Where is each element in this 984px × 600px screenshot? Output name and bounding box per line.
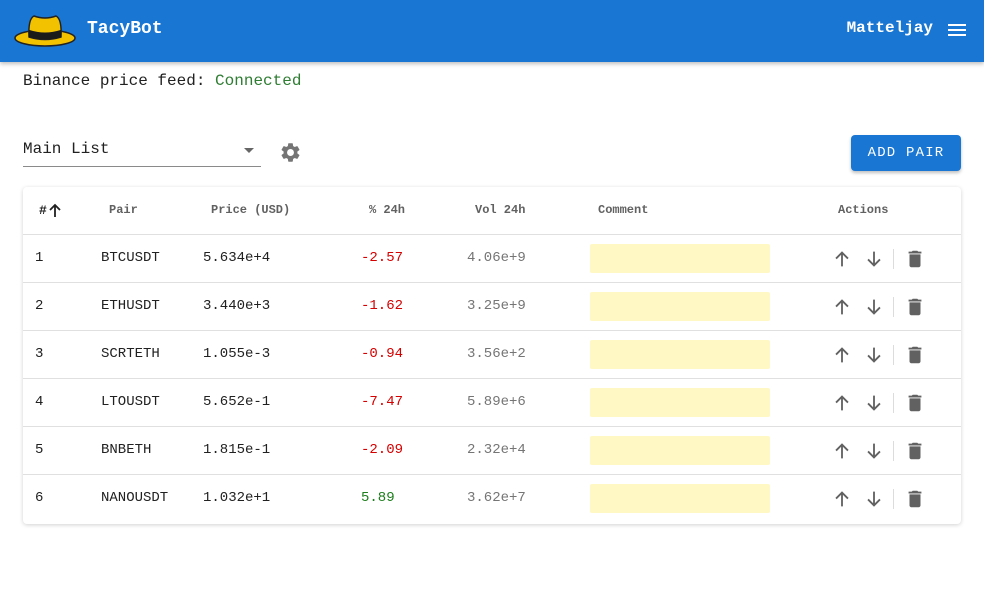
comment-input[interactable] [590,292,770,321]
column-header-actions: Actions [838,203,889,217]
table-row: 3 SCRTETH 1.055e-3 -0.94 3.56e+2 [23,331,961,379]
row-number: 2 [35,298,44,314]
table-row: 6 NANOUSDT 1.032e+1 5.89 3.62e+7 [23,475,961,523]
arrow-up-icon[interactable] [831,247,853,271]
pair-symbol: SCRTETH [101,346,160,362]
pair-volume-24h: 2.32e+4 [467,442,526,458]
pair-change-24h: -2.09 [361,442,404,458]
comment-input[interactable] [590,340,770,369]
row-number: 4 [35,394,44,410]
arrow-down-icon[interactable] [863,439,885,463]
table-row: 2 ETHUSDT 3.440e+3 -1.62 3.25e+9 [23,283,961,331]
arrow-down-icon[interactable] [863,343,885,367]
hamburger-menu-icon[interactable] [946,20,968,40]
trash-icon[interactable] [904,247,926,271]
divider [893,297,894,317]
row-number: 1 [35,250,44,266]
trash-icon[interactable] [904,439,926,463]
row-number: 6 [35,490,44,506]
arrow-down-icon[interactable] [863,247,885,271]
table-row: 1 BTCUSDT 5.634e+4 -2.57 4.06e+9 [23,235,961,283]
pair-symbol: ETHUSDT [101,298,160,314]
pair-volume-24h: 4.06e+9 [467,250,526,266]
pair-volume-24h: 3.62e+7 [467,490,526,506]
row-number: 3 [35,346,44,362]
app-title[interactable]: TacyBot [87,19,163,39]
pair-volume-24h: 3.56e+2 [467,346,526,362]
pair-symbol: NANOUSDT [101,490,169,506]
pair-change-24h: -0.94 [361,346,404,362]
arrow-down-icon[interactable] [863,295,885,319]
arrow-up-icon[interactable] [831,487,853,511]
trash-icon[interactable] [904,487,926,511]
arrow-up-icon[interactable] [48,203,62,218]
pair-price: 3.440e+3 [203,298,271,314]
connection-status-value: Connected [215,72,302,90]
pair-change-24h: 5.89 [361,490,395,506]
arrow-down-icon[interactable] [863,487,885,511]
pair-symbol: BTCUSDT [101,250,160,266]
price-feed-status: Binance price feed: Connected [23,72,301,90]
table-row: 5 BNBETH 1.815e-1 -2.09 2.32e+4 [23,427,961,475]
list-select-value: Main List [23,140,110,158]
pair-change-24h: -2.57 [361,250,404,266]
arrow-up-icon[interactable] [831,439,853,463]
gear-icon[interactable] [279,141,302,164]
table-header: # Pair Price (USD) % 24h Vol 24h Comment… [23,187,961,235]
chevron-down-icon [244,148,254,153]
column-header-volume[interactable]: Vol 24h [475,203,525,217]
comment-input[interactable] [590,244,770,273]
price-feed-label: Binance price feed: [23,72,216,90]
column-header-pair[interactable]: Pair [109,203,138,217]
pair-symbol: LTOUSDT [101,394,160,410]
table-row: 4 LTOUSDT 5.652e-1 -7.47 5.89e+6 [23,379,961,427]
pair-price: 1.815e-1 [203,442,271,458]
comment-input[interactable] [590,388,770,417]
pair-volume-24h: 3.25e+9 [467,298,526,314]
column-header-change[interactable]: % 24h [369,203,405,217]
pair-price: 5.652e-1 [203,394,271,410]
comment-input[interactable] [590,484,770,513]
pair-change-24h: -7.47 [361,394,404,410]
arrow-up-icon[interactable] [831,391,853,415]
app-bar: TacyBot Matteljay [0,0,984,62]
add-pair-button[interactable]: ADD PAIR [851,135,961,171]
list-select[interactable]: Main List [23,136,261,167]
divider [893,249,894,269]
row-number: 5 [35,442,44,458]
trash-icon[interactable] [904,343,926,367]
pair-volume-24h: 5.89e+6 [467,394,526,410]
trash-icon[interactable] [904,391,926,415]
divider [893,345,894,365]
pair-change-24h: -1.62 [361,298,404,314]
trash-icon[interactable] [904,295,926,319]
hat-logo-icon[interactable] [14,13,76,47]
pairs-table: # Pair Price (USD) % 24h Vol 24h Comment… [23,187,961,524]
column-header-price[interactable]: Price (USD) [211,203,290,217]
pair-price: 1.055e-3 [203,346,271,362]
divider [893,393,894,413]
column-header-comment: Comment [598,203,649,217]
comment-input[interactable] [590,436,770,465]
user-name[interactable]: Matteljay [847,19,933,37]
column-header-number[interactable]: # [39,203,47,218]
pair-symbol: BNBETH [101,442,152,458]
arrow-up-icon[interactable] [831,295,853,319]
arrow-up-icon[interactable] [831,343,853,367]
arrow-down-icon[interactable] [863,391,885,415]
divider [893,489,894,509]
divider [893,441,894,461]
pair-price: 1.032e+1 [203,490,271,506]
pair-price: 5.634e+4 [203,250,271,266]
